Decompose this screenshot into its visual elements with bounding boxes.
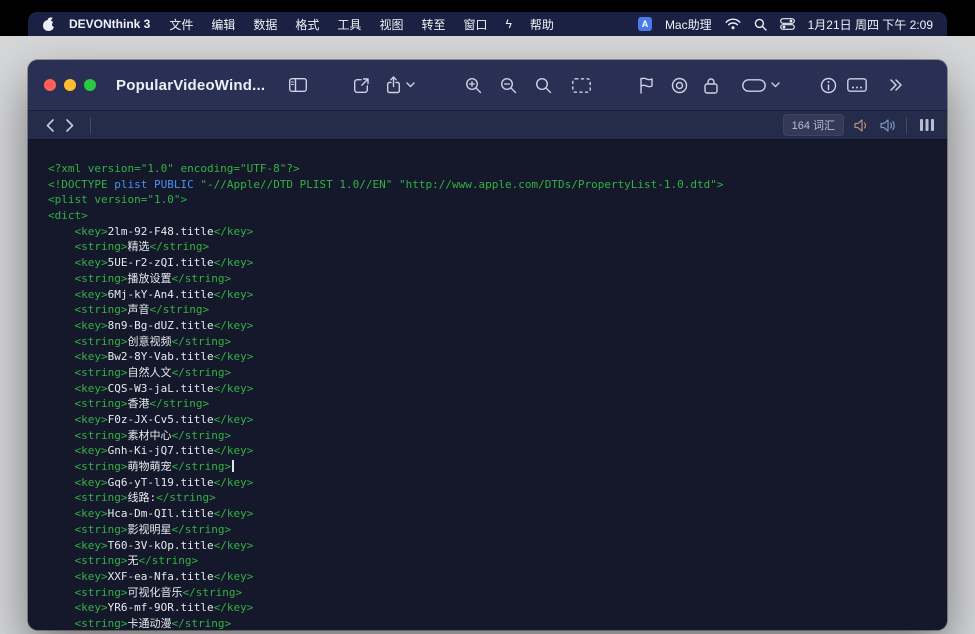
menubar: DEVONthink 3 文件编辑数据格式工具视图转至窗口 ϟ 帮助 A Mac… — [28, 12, 947, 36]
menubar-menu-item[interactable]: 数据 — [244, 16, 286, 33]
menubar-menus-left: DEVONthink 3 文件编辑数据格式工具视图转至窗口 ϟ 帮助 — [42, 16, 563, 33]
navbar-divider-2 — [906, 117, 907, 133]
code-line: <plist version="1.0"> — [48, 192, 931, 208]
back-button[interactable] — [40, 113, 60, 137]
lock-icon[interactable] — [704, 73, 718, 97]
selection-marquee-icon[interactable] — [572, 73, 591, 97]
close-window-button[interactable] — [44, 79, 56, 91]
speak-icon[interactable] — [854, 119, 870, 132]
traffic-lights — [44, 79, 96, 91]
code-line: <string>影视明星</string> — [48, 522, 931, 538]
devonthink-window: PopularVideoWind... — [28, 60, 947, 630]
menubar-menus: 文件编辑数据格式工具视图转至窗口 — [160, 16, 496, 33]
code-line: <string>创意视频</string> — [48, 334, 931, 350]
code-line: <string>素材中心</string> — [48, 428, 931, 444]
code-line: <string>自然人文</string> — [48, 365, 931, 381]
control-center-icon[interactable] — [780, 18, 795, 30]
code-line: <key>Gnh-Ki-jQ7.title</key> — [48, 443, 931, 459]
share-chevron-icon[interactable] — [406, 73, 415, 97]
code-line: <string>萌物萌宠</string> — [48, 459, 931, 475]
open-external-icon[interactable] — [353, 73, 370, 97]
input-source-icon[interactable]: A — [638, 17, 652, 31]
panel-icon[interactable] — [847, 73, 867, 97]
menubar-menu-item[interactable]: 工具 — [328, 16, 370, 33]
code-line: <string>无</string> — [48, 553, 931, 569]
zoom-reset-icon[interactable] — [535, 73, 552, 97]
menubar-clock[interactable]: 1月21日 周四 下午 2:09 — [808, 16, 933, 33]
menubar-menu-item[interactable]: 窗口 — [454, 16, 496, 33]
code-line: <key>T60-3V-kOp.title</key> — [48, 538, 931, 554]
text-caret — [232, 460, 234, 472]
wifi-icon[interactable] — [725, 18, 741, 30]
columns-view-icon[interactable] — [919, 118, 935, 132]
code-editor[interactable]: <?xml version="1.0" encoding="UTF-8"?><!… — [28, 140, 947, 630]
code-line: <string>线路:</string> — [48, 490, 931, 506]
code-line: <string>香港</string> — [48, 396, 931, 412]
menubar-status-area: A Mac助理 1月21日 周四 下午 2:09 — [638, 16, 933, 33]
share-group — [386, 73, 415, 97]
code-line: <key>Gq6-yT-l19.title</key> — [48, 475, 931, 491]
window-toolbar: PopularVideoWind... — [28, 60, 947, 110]
code-line: <!DOCTYPE plist PUBLIC "-//Apple//DTD PL… — [48, 177, 931, 193]
zoom-out-icon[interactable] — [500, 73, 517, 97]
code-line: <string>可视化音乐</string> — [48, 585, 931, 601]
navbar-divider — [90, 117, 91, 133]
code-line: <key>XXF-ea-Nfa.title</key> — [48, 569, 931, 585]
target-circle-icon[interactable] — [671, 73, 688, 97]
pill-chevron-icon[interactable] — [771, 73, 780, 97]
code-line: <string>卡通动漫</string> — [48, 616, 931, 630]
code-line: <string>精选</string> — [48, 239, 931, 255]
apple-menu-icon[interactable] — [42, 17, 55, 31]
code-line: <string>声音</string> — [48, 302, 931, 318]
code-line: <key>2lm-92-F48.title</key> — [48, 224, 931, 240]
menubar-menu-item[interactable]: 格式 — [286, 16, 328, 33]
toolbar-overflow-icon[interactable] — [889, 73, 903, 97]
code-line: <key>F0z-JX-Cv5.title</key> — [48, 412, 931, 428]
window-title: PopularVideoWind... — [116, 77, 265, 94]
menubar-app-name[interactable]: DEVONthink 3 — [59, 17, 160, 31]
code-line: <key>8n9-Bg-dUZ.title</key> — [48, 318, 931, 334]
pill-group — [742, 73, 780, 97]
screen: DEVONthink 3 文件编辑数据格式工具视图转至窗口 ϟ 帮助 A Mac… — [0, 0, 975, 634]
document-navbar: 164 词汇 — [28, 110, 947, 140]
share-icon[interactable] — [386, 73, 401, 97]
code-line: <key>Hca-Dm-QIl.title</key> — [48, 506, 931, 522]
scripts-menu-icon[interactable]: ϟ — [496, 17, 520, 31]
forward-button[interactable] — [60, 113, 80, 137]
menubar-menu-help[interactable]: 帮助 — [521, 16, 563, 33]
code-line: <dict> — [48, 208, 931, 224]
code-line: <key>6Mj-kY-An4.title</key> — [48, 287, 931, 303]
zoom-window-button[interactable] — [84, 79, 96, 91]
sidebar-icon[interactable] — [289, 73, 307, 97]
code-line: <key>5UE-r2-zQI.title</key> — [48, 255, 931, 271]
zoom-in-icon[interactable] — [465, 73, 482, 97]
code-line: <key>Bw2-8Y-Vab.title</key> — [48, 349, 931, 365]
spotlight-search-icon[interactable] — [754, 18, 767, 31]
menubar-menu-item[interactable]: 视图 — [370, 16, 412, 33]
code-line: <?xml version="1.0" encoding="UTF-8"?> — [48, 161, 931, 177]
info-icon[interactable] — [820, 73, 837, 97]
pill-dropdown-icon[interactable] — [742, 73, 766, 97]
apple-leaf-icon — [47, 16, 52, 21]
flag-icon[interactable] — [639, 73, 653, 97]
menubar-assistant-label[interactable]: Mac助理 — [665, 16, 712, 33]
word-count-badge: 164 词汇 — [783, 114, 844, 136]
code-area: <?xml version="1.0" encoding="UTF-8"?><!… — [28, 140, 947, 630]
minimize-window-button[interactable] — [64, 79, 76, 91]
code-line: <string>播放设置</string> — [48, 271, 931, 287]
dictation-icon[interactable] — [880, 119, 896, 132]
menubar-menu-item[interactable]: 转至 — [412, 16, 454, 33]
menubar-menu-item[interactable]: 文件 — [160, 16, 202, 33]
code-line: <key>CQS-W3-jaL.title</key> — [48, 381, 931, 397]
menubar-menu-item[interactable]: 编辑 — [202, 16, 244, 33]
code-line: <key>YR6-mf-9OR.title</key> — [48, 600, 931, 616]
